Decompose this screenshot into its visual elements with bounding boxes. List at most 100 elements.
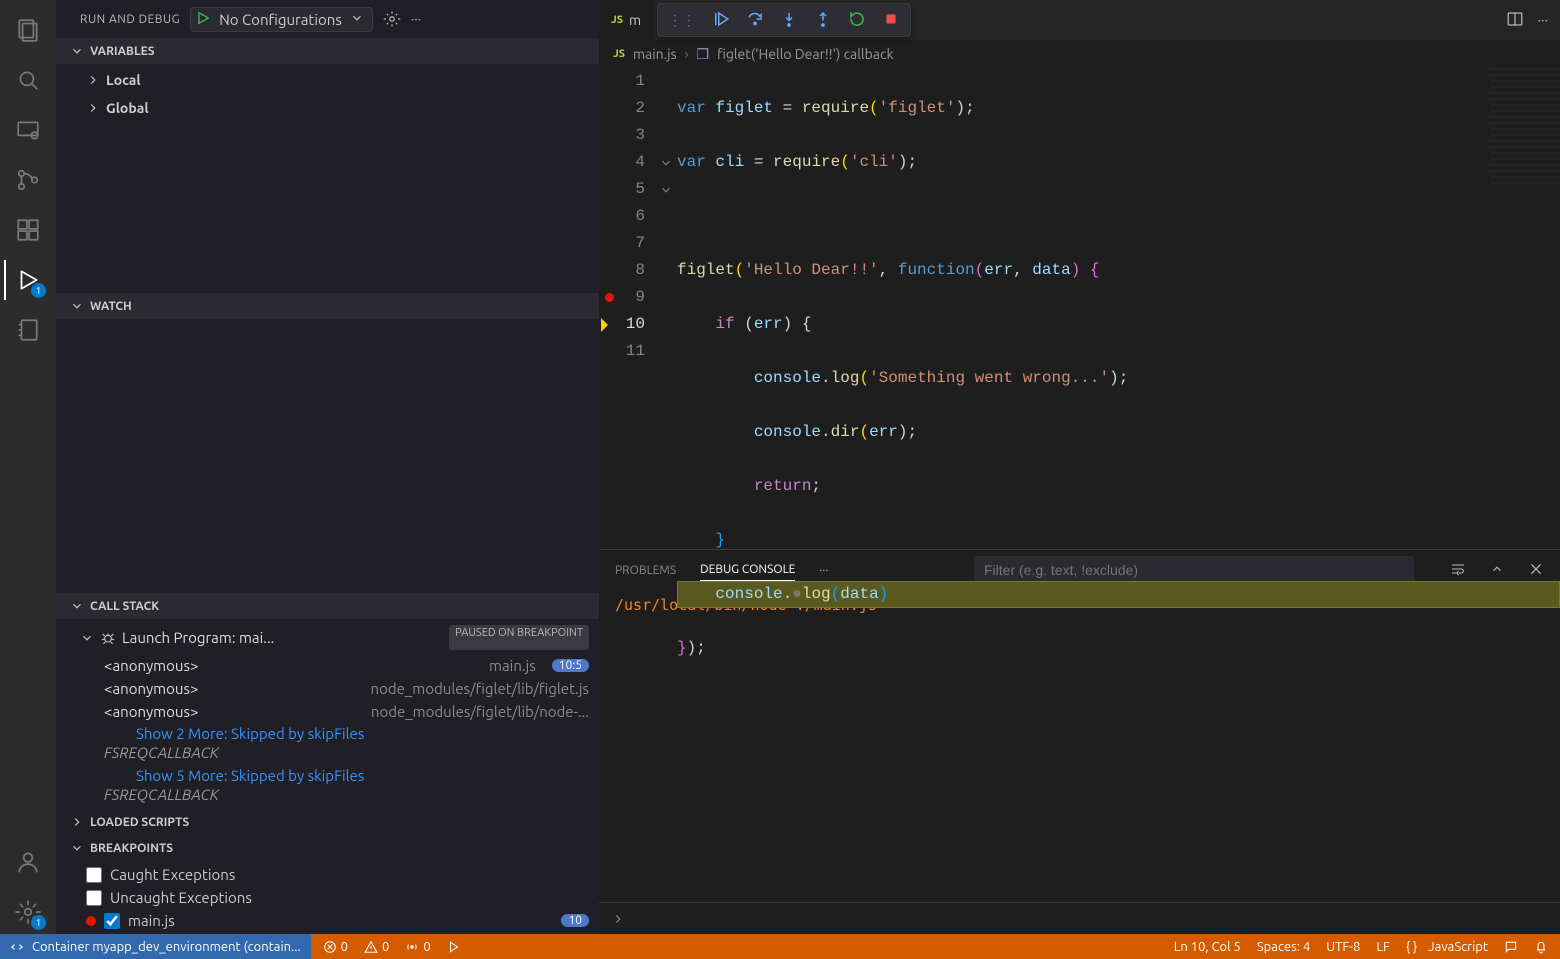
- sidebar-title-bar: RUN AND DEBUG No Configurations ···: [56, 0, 599, 38]
- section-breakpoints-header[interactable]: BREAKPOINTS: [56, 835, 599, 861]
- thread-name: Launch Program: mai...: [122, 629, 443, 646]
- status-warnings[interactable]: 0: [364, 940, 389, 954]
- checkbox[interactable]: [104, 913, 120, 929]
- debug-config-selector[interactable]: No Configurations: [190, 7, 373, 32]
- chevron-down-icon[interactable]: [350, 11, 364, 28]
- chevron-down-icon: [70, 599, 84, 613]
- js-file-icon: JS: [613, 48, 625, 60]
- checkbox[interactable]: [86, 890, 102, 906]
- more-icon[interactable]: ···: [1538, 12, 1548, 28]
- debug-console-input[interactable]: [599, 902, 1560, 934]
- feedback-icon[interactable]: [1504, 940, 1518, 954]
- settings-gear-icon[interactable]: 1: [4, 890, 52, 934]
- section-loaded-scripts-header[interactable]: LOADED SCRIPTS: [56, 809, 599, 835]
- stack-frame[interactable]: <anonymous>node_modules/figlet/lib/figle…: [56, 677, 599, 700]
- radio-icon: [405, 940, 419, 954]
- extensions-icon[interactable]: [4, 208, 52, 252]
- status-eol[interactable]: LF: [1376, 940, 1389, 954]
- section-watch-header[interactable]: WATCH: [56, 293, 599, 319]
- continue-icon[interactable]: [712, 10, 730, 31]
- stack-frame[interactable]: <anonymous>main.js10:5: [56, 654, 599, 677]
- breadcrumb-symbol[interactable]: figlet('Hello Dear!!') callback: [717, 46, 893, 62]
- status-cursor[interactable]: Ln 10, Col 5: [1174, 940, 1241, 954]
- breadcrumb-file[interactable]: main.js: [633, 46, 677, 62]
- notebook-icon[interactable]: [4, 308, 52, 352]
- start-debug-icon[interactable]: [195, 10, 211, 29]
- braces-icon: { }: [1406, 940, 1417, 954]
- skip-frames-link[interactable]: Show 5 More: Skipped by skipFiles: [56, 765, 599, 786]
- editor-group: JS m ⋮⋮ ··· JS main.js › ❒ figlet(': [599, 0, 1560, 934]
- sidebar: RUN AND DEBUG No Configurations ··· VARI…: [56, 0, 599, 934]
- chevron-down-icon: [70, 841, 84, 855]
- skip-frames-link[interactable]: Show 2 More: Skipped by skipFiles: [56, 723, 599, 744]
- step-into-icon[interactable]: [780, 10, 798, 31]
- remote-icon: [10, 940, 24, 954]
- chevron-down-icon: [70, 299, 84, 313]
- chevron-down-icon: [70, 44, 84, 58]
- remote-indicator[interactable]: Container myapp_dev_environment (contain…: [0, 934, 311, 959]
- scope-local[interactable]: Local: [56, 66, 599, 94]
- thread-status: PAUSED ON BREAKPOINT: [449, 625, 589, 650]
- error-icon: [323, 940, 337, 954]
- more-icon[interactable]: ···: [411, 11, 421, 27]
- scope-global[interactable]: Global: [56, 94, 599, 122]
- remote-explorer-icon[interactable]: [4, 108, 52, 152]
- js-file-icon: JS: [611, 14, 623, 26]
- section-watch-label: WATCH: [90, 300, 132, 313]
- explorer-icon[interactable]: [4, 8, 52, 52]
- status-encoding[interactable]: UTF-8: [1326, 940, 1360, 954]
- split-editor-icon[interactable]: [1506, 10, 1524, 31]
- breadcrumbs[interactable]: JS main.js › ❒ figlet('Hello Dear!!') ca…: [599, 40, 1560, 68]
- status-ports[interactable]: 0: [405, 940, 430, 954]
- section-variables-header[interactable]: VARIABLES: [56, 38, 599, 64]
- settings-badge: 1: [31, 915, 46, 930]
- tab-label: m: [629, 12, 641, 28]
- minimap[interactable]: [1490, 68, 1560, 188]
- fold-gutter[interactable]: [655, 68, 677, 549]
- bell-icon[interactable]: [1534, 940, 1548, 954]
- step-out-icon[interactable]: [814, 10, 832, 31]
- line-gutter[interactable]: 1 2 3 4 5 6 7 8 9 10 11: [599, 68, 655, 549]
- sidebar-title: RUN AND DEBUG: [80, 13, 180, 26]
- run-debug-icon[interactable]: 1: [4, 258, 52, 302]
- breakpoint-file[interactable]: main.js10: [56, 909, 599, 932]
- section-variables-label: VARIABLES: [90, 45, 155, 58]
- gear-icon[interactable]: [383, 10, 401, 28]
- debug-toolbar[interactable]: ⋮⋮: [657, 3, 911, 37]
- step-over-icon[interactable]: [746, 10, 764, 31]
- drag-handle-icon[interactable]: ⋮⋮: [668, 12, 696, 29]
- callstack-thread[interactable]: Launch Program: mai... PAUSED ON BREAKPO…: [56, 621, 599, 654]
- section-callstack-header[interactable]: CALL STACK: [56, 593, 599, 619]
- search-icon[interactable]: [4, 58, 52, 102]
- status-debug-launch[interactable]: [447, 940, 461, 954]
- status-indent[interactable]: Spaces: 4: [1257, 940, 1310, 954]
- status-language[interactable]: { } JavaScript: [1406, 940, 1488, 954]
- chevron-down-icon: [80, 631, 94, 645]
- section-breakpoints-label: BREAKPOINTS: [90, 842, 173, 855]
- breakpoint-dot-icon: [86, 916, 96, 926]
- chevron-right-icon: [86, 73, 100, 87]
- async-origin: FSREQCALLBACK: [56, 786, 599, 807]
- fold-icon[interactable]: [659, 156, 673, 170]
- stack-frame[interactable]: <anonymous>node_modules/figlet/lib/node-…: [56, 700, 599, 723]
- chevron-right-icon: [611, 912, 625, 926]
- section-loaded-label: LOADED SCRIPTS: [90, 816, 189, 829]
- checkbox[interactable]: [86, 867, 102, 883]
- scm-icon[interactable]: [4, 158, 52, 202]
- tab-main-js[interactable]: JS m: [599, 0, 654, 40]
- tab-problems[interactable]: PROBLEMS: [615, 560, 676, 581]
- breakpoint-uncaught-exceptions[interactable]: Uncaught Exceptions: [56, 886, 599, 909]
- code-editor[interactable]: 1 2 3 4 5 6 7 8 9 10 11 var figlet = req…: [599, 68, 1560, 549]
- debug-badge: 1: [31, 283, 46, 298]
- section-callstack-label: CALL STACK: [90, 600, 159, 613]
- status-errors[interactable]: 0: [323, 940, 348, 954]
- breakpoint-caught-exceptions[interactable]: Caught Exceptions: [56, 863, 599, 886]
- method-icon: ❒: [697, 46, 710, 63]
- stop-icon[interactable]: [882, 10, 900, 31]
- account-icon[interactable]: [4, 840, 52, 884]
- code-content[interactable]: var figlet = require('figlet'); var cli …: [677, 68, 1560, 549]
- async-origin: FSREQCALLBACK: [56, 744, 599, 765]
- editor-tabs: JS m ⋮⋮ ···: [599, 0, 1560, 40]
- fold-icon[interactable]: [659, 183, 673, 197]
- restart-icon[interactable]: [848, 10, 866, 31]
